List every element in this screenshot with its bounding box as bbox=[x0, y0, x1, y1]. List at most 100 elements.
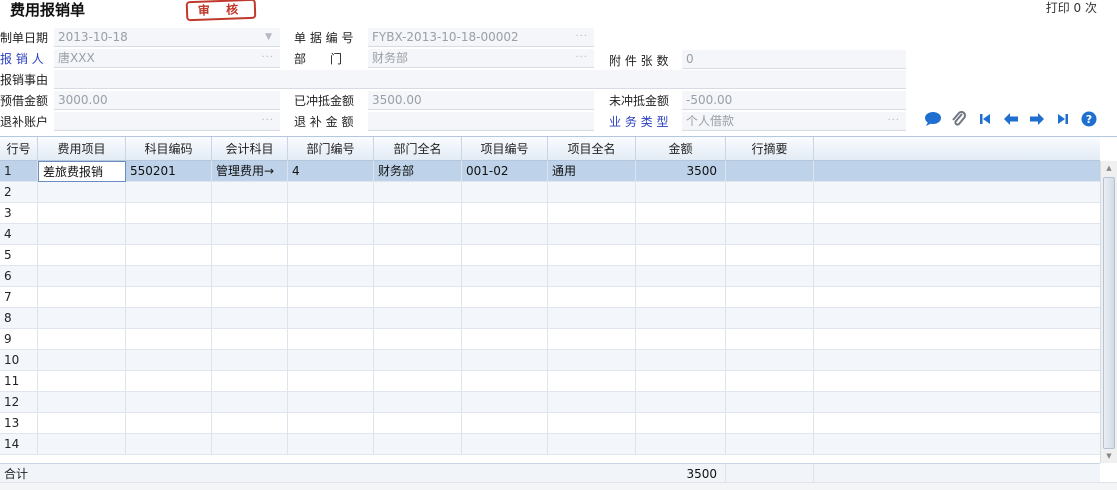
col-header-dept-no[interactable]: 部门编号 bbox=[288, 137, 374, 161]
cell-project-name[interactable] bbox=[548, 329, 636, 350]
cell-account-subject[interactable] bbox=[212, 245, 288, 266]
cell-project-name[interactable] bbox=[548, 224, 636, 245]
date-field[interactable]: 2013-10-18 ▼ bbox=[54, 28, 280, 47]
cell-project-no[interactable] bbox=[462, 308, 548, 329]
cell-project-name[interactable] bbox=[548, 245, 636, 266]
cell-account-subject[interactable] bbox=[212, 392, 288, 413]
unoffset-amount-field[interactable]: -500.00 bbox=[682, 91, 906, 110]
loan-amount-field[interactable]: 3000.00 bbox=[54, 91, 280, 110]
cell-dept-no[interactable] bbox=[288, 413, 374, 434]
cell-project-name[interactable] bbox=[548, 413, 636, 434]
cell-dept-no[interactable] bbox=[288, 287, 374, 308]
cell-project-name[interactable] bbox=[548, 266, 636, 287]
cell-expense-item[interactable] bbox=[38, 413, 126, 434]
cell-line-memo[interactable] bbox=[726, 224, 814, 245]
cell-line-memo[interactable] bbox=[726, 329, 814, 350]
cell-expense-item[interactable] bbox=[38, 245, 126, 266]
cell-account-code[interactable] bbox=[126, 434, 212, 455]
cell-expense-item[interactable] bbox=[38, 266, 126, 287]
col-header-dept-name[interactable]: 部门全名 bbox=[374, 137, 462, 161]
doc-no-field[interactable]: FYBX-2013-10-18-00002 ··· bbox=[368, 28, 594, 47]
cell-account-subject[interactable] bbox=[212, 329, 288, 350]
cell-line-memo[interactable] bbox=[726, 308, 814, 329]
table-row[interactable]: 9 bbox=[0, 329, 1100, 350]
cell-dept-no[interactable] bbox=[288, 266, 374, 287]
cell-dept-no[interactable] bbox=[288, 434, 374, 455]
vertical-scrollbar[interactable]: ▲ ▼ bbox=[1100, 161, 1117, 463]
cell-line-memo[interactable] bbox=[726, 161, 814, 182]
lookup-dots-icon[interactable]: ··· bbox=[575, 49, 588, 67]
cell-project-no[interactable] bbox=[462, 350, 548, 371]
chevron-down-icon[interactable]: ▼ bbox=[265, 28, 272, 46]
table-row[interactable]: 12 bbox=[0, 392, 1100, 413]
biz-type-field[interactable]: 个人借款 ··· bbox=[682, 112, 906, 131]
cell-expense-item[interactable]: 差旅费报销 bbox=[38, 161, 126, 182]
table-row[interactable]: 14 bbox=[0, 434, 1100, 455]
cell-account-code[interactable] bbox=[126, 203, 212, 224]
table-row[interactable]: 2 bbox=[0, 182, 1100, 203]
cell-account-code[interactable] bbox=[126, 413, 212, 434]
cell-expense-item[interactable] bbox=[38, 329, 126, 350]
cell-project-no[interactable] bbox=[462, 287, 548, 308]
cell-account-code[interactable] bbox=[126, 224, 212, 245]
cell-dept-no[interactable]: 4 bbox=[288, 161, 374, 182]
cell-project-name[interactable] bbox=[548, 392, 636, 413]
cell-amount[interactable] bbox=[636, 266, 726, 287]
cell-account-subject[interactable] bbox=[212, 434, 288, 455]
cell-dept-no[interactable] bbox=[288, 182, 374, 203]
col-header-line-memo[interactable]: 行摘要 bbox=[726, 137, 814, 161]
cell-expense-item[interactable] bbox=[38, 203, 126, 224]
cell-amount[interactable] bbox=[636, 392, 726, 413]
cell-line-memo[interactable] bbox=[726, 413, 814, 434]
attach-count-field[interactable]: 0 bbox=[682, 50, 906, 69]
cell-project-no[interactable]: 001-02 bbox=[462, 161, 548, 182]
dept-field[interactable]: 财务部 ··· bbox=[368, 49, 594, 68]
table-row[interactable]: 11 bbox=[0, 371, 1100, 392]
table-row[interactable]: 3 bbox=[0, 203, 1100, 224]
cell-dept-name[interactable] bbox=[374, 287, 462, 308]
cell-amount[interactable] bbox=[636, 371, 726, 392]
cell-line-memo[interactable] bbox=[726, 203, 814, 224]
cell-account-subject[interactable] bbox=[212, 308, 288, 329]
cell-account-subject[interactable] bbox=[212, 266, 288, 287]
cell-dept-no[interactable] bbox=[288, 308, 374, 329]
cell-dept-no[interactable] bbox=[288, 245, 374, 266]
cell-dept-name[interactable] bbox=[374, 182, 462, 203]
lookup-dots-icon[interactable]: ··· bbox=[887, 112, 900, 130]
cell-dept-no[interactable] bbox=[288, 329, 374, 350]
last-record-icon[interactable] bbox=[1054, 110, 1072, 128]
cell-dept-name[interactable] bbox=[374, 308, 462, 329]
cell-dept-name[interactable] bbox=[374, 266, 462, 287]
cell-amount[interactable] bbox=[636, 329, 726, 350]
cell-account-code[interactable] bbox=[126, 329, 212, 350]
cell-project-name[interactable] bbox=[548, 350, 636, 371]
cell-account-subject[interactable] bbox=[212, 203, 288, 224]
cell-project-name[interactable] bbox=[548, 182, 636, 203]
cell-expense-item[interactable] bbox=[38, 350, 126, 371]
cell-project-no[interactable] bbox=[462, 266, 548, 287]
cell-amount[interactable]: 3500 bbox=[636, 161, 726, 182]
cell-project-no[interactable] bbox=[462, 434, 548, 455]
cell-account-code[interactable]: 550201 bbox=[126, 161, 212, 182]
cell-expense-item[interactable] bbox=[38, 371, 126, 392]
cell-account-subject[interactable] bbox=[212, 182, 288, 203]
cell-project-no[interactable] bbox=[462, 224, 548, 245]
cell-amount[interactable] bbox=[636, 308, 726, 329]
comment-icon[interactable] bbox=[924, 110, 942, 128]
prev-record-icon[interactable] bbox=[1002, 110, 1020, 128]
cell-line-memo[interactable] bbox=[726, 245, 814, 266]
scroll-down-icon[interactable]: ▼ bbox=[1101, 449, 1117, 463]
cell-account-code[interactable] bbox=[126, 245, 212, 266]
col-header-account-subject[interactable]: 会计科目 bbox=[212, 137, 288, 161]
lookup-dots-icon[interactable]: ··· bbox=[575, 28, 588, 46]
attachment-icon[interactable] bbox=[950, 110, 968, 128]
offset-amount-field[interactable]: 3500.00 bbox=[368, 91, 594, 110]
cell-project-no[interactable] bbox=[462, 245, 548, 266]
cell-expense-item[interactable] bbox=[38, 182, 126, 203]
table-row[interactable]: 7 bbox=[0, 287, 1100, 308]
cell-project-name[interactable] bbox=[548, 308, 636, 329]
scroll-thumb[interactable] bbox=[1103, 177, 1115, 449]
cell-amount[interactable] bbox=[636, 350, 726, 371]
cell-expense-item[interactable] bbox=[38, 224, 126, 245]
cell-account-code[interactable] bbox=[126, 308, 212, 329]
